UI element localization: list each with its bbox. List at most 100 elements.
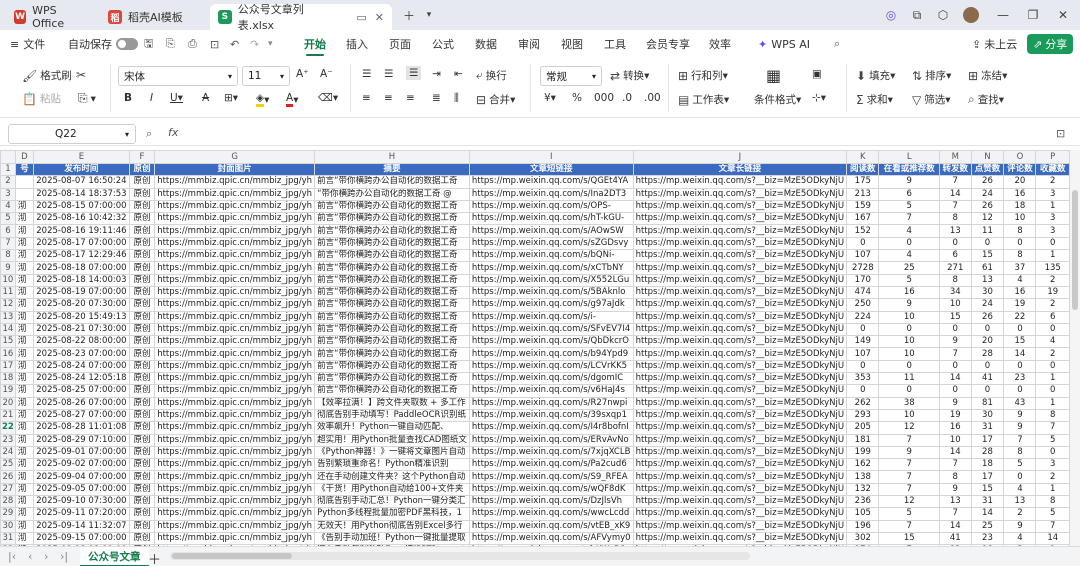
cell-o[interactable]: 0: [1003, 384, 1037, 398]
cell-p[interactable]: 0: [1035, 359, 1070, 374]
new-tab-icon[interactable]: ＋: [398, 6, 420, 24]
cell-o[interactable]: 10: [1003, 212, 1037, 226]
cell-e[interactable]: 2025-08-22 08:00:00: [33, 335, 130, 349]
cell-i[interactable]: https://mp.weixin.qq.com/s/7xjqXCLB: [468, 445, 634, 460]
cell-j[interactable]: https://mp.weixin.qq.com/s?__biz=MzE5ODk…: [632, 359, 848, 374]
filter-button[interactable]: ▽ 筛选 ▾: [912, 92, 951, 107]
cell-i[interactable]: https://mp.weixin.qq.com/s/Pa2cud6: [468, 458, 634, 472]
cell-o[interactable]: 5: [1003, 458, 1037, 472]
cell-p[interactable]: 5: [1035, 507, 1070, 521]
cell-i[interactable]: https://mp.weixin.qq.com/s/LCVrKK5: [468, 359, 634, 374]
cell-o[interactable]: 18: [1003, 199, 1037, 214]
cell-h[interactable]: “带你横跨办公自动化的数据工奇 @: [314, 187, 470, 201]
cell-d[interactable]: 沏: [14, 519, 35, 533]
wps-ai-button[interactable]: ✦ WPS AI: [758, 30, 810, 58]
cell-l[interactable]: 12: [878, 495, 940, 509]
cell-d[interactable]: 沏: [14, 249, 35, 263]
cell-h[interactable]: 前言“带你横跨办公自动化的数据工奇: [314, 273, 470, 287]
row-number[interactable]: 7: [0, 236, 16, 251]
tab-member[interactable]: 会员专享: [646, 30, 690, 58]
column-header[interactable]: E: [33, 150, 130, 164]
align-center-icon[interactable]: ≡: [384, 92, 393, 104]
cell-d[interactable]: 沏: [14, 298, 35, 312]
cell-n2[interactable]: 24: [970, 298, 1005, 312]
column-header[interactable]: O: [1003, 150, 1037, 164]
cell-l[interactable]: 7: [878, 519, 940, 533]
cell-k[interactable]: 0: [846, 236, 880, 251]
search-icon[interactable]: ⌕: [834, 30, 840, 58]
cell-j[interactable]: https://mp.weixin.qq.com/s?__biz=MzE5ODk…: [632, 285, 848, 300]
vertical-scrollbar[interactable]: [1070, 150, 1080, 546]
tab-view[interactable]: 视图: [561, 30, 583, 58]
cell-d[interactable]: 沏: [14, 199, 35, 214]
cell-n2[interactable]: 15: [970, 249, 1005, 263]
row-col-button[interactable]: ⊞ 行和列 ▾: [678, 68, 728, 83]
tab-formula[interactable]: 公式: [432, 30, 454, 58]
cell-i[interactable]: https://mp.weixin.qq.com/s/39sxqp1: [468, 408, 634, 423]
cell-h[interactable]: 前言“带你横跨办公自动化的数据工奇: [314, 175, 470, 189]
worksheet-button[interactable]: ▤ 工作表 ▾: [678, 92, 729, 107]
row-number[interactable]: 10: [0, 273, 16, 287]
first-sheet-icon[interactable]: |‹: [8, 550, 16, 563]
cell-e[interactable]: 2025-09-04 07:00:00: [33, 470, 130, 484]
justify-icon[interactable]: ≣: [432, 92, 441, 104]
cell-m[interactable]: 8: [939, 212, 972, 226]
cell-f[interactable]: 原创: [128, 175, 156, 189]
cell-l[interactable]: 9: [878, 175, 940, 189]
cell-g[interactable]: https://mmbiz.qpic.cn/mmbiz_jpg/yh: [154, 322, 316, 337]
font-size-select[interactable]: 11 ▾: [242, 66, 290, 86]
cell-g[interactable]: https://mmbiz.qpic.cn/mmbiz_jpg/yh: [154, 175, 316, 189]
cell-e[interactable]: 2025-09-11 07:20:00: [33, 507, 130, 521]
cell-f[interactable]: 原创: [128, 445, 156, 460]
cell-m[interactable]: 9: [939, 396, 972, 410]
cell-i[interactable]: https://mp.weixin.qq.com/s/R27nwpi: [468, 396, 634, 410]
increase-decimal-icon[interactable]: .0: [622, 92, 632, 104]
cell-e[interactable]: 2025-09-01 07:00:00: [33, 445, 130, 460]
cell-e[interactable]: 2025-08-29 07:10:00: [33, 433, 130, 447]
cell-k[interactable]: 170: [846, 273, 880, 287]
cell-n2[interactable]: 81: [970, 396, 1005, 410]
header-cell[interactable]: 文章短链接: [468, 162, 634, 177]
cell-o[interactable]: 7: [1003, 433, 1037, 447]
thousands-icon[interactable]: 000: [594, 92, 614, 104]
cell-h[interactable]: 前言“带你横跨办公自动化的数据工奇: [314, 285, 470, 300]
cell-h[interactable]: 无效天！用Python彻底告别Excel多行: [314, 519, 470, 533]
cell-n2[interactable]: 12: [970, 212, 1005, 226]
row-number[interactable]: 4: [0, 199, 16, 214]
cell-l[interactable]: 9: [878, 445, 940, 460]
cell-g[interactable]: https://mmbiz.qpic.cn/mmbiz_jpg/yh: [154, 458, 316, 472]
cell-d[interactable]: [14, 175, 35, 189]
cell-l[interactable]: 7: [878, 482, 940, 497]
cell-j[interactable]: https://mp.weixin.qq.com/s?__biz=MzE5ODk…: [632, 470, 848, 484]
cell-p[interactable]: 0: [1035, 322, 1070, 337]
cell-l[interactable]: 10: [878, 335, 940, 349]
row-number[interactable]: 17: [0, 359, 16, 374]
cell-g[interactable]: https://mmbiz.qpic.cn/mmbiz_jpg/yh: [154, 335, 316, 349]
cell-k[interactable]: 236: [846, 495, 880, 509]
cell-j[interactable]: https://mp.weixin.qq.com/s?__biz=MzE5ODk…: [632, 421, 848, 435]
cell-o[interactable]: 22: [1003, 310, 1037, 324]
cell-n2[interactable]: 26: [970, 175, 1005, 189]
cell-n2[interactable]: 20: [970, 335, 1005, 349]
cell-k[interactable]: 162: [846, 458, 880, 472]
tab-data[interactable]: 数据: [475, 30, 497, 58]
cell-f[interactable]: 原创: [128, 384, 156, 398]
cell-f[interactable]: 原创: [128, 310, 156, 324]
cell-k[interactable]: 175: [846, 175, 880, 189]
cell-g[interactable]: https://mmbiz.qpic.cn/mmbiz_jpg/yh: [154, 285, 316, 300]
table-style-icon[interactable]: ▣: [812, 68, 822, 80]
cloud-button[interactable]: ⇪ 未上云: [972, 30, 1017, 58]
cell-e[interactable]: 2025-08-20 15:49:13: [33, 310, 130, 324]
cell-n2[interactable]: 0: [970, 322, 1005, 337]
cell-m[interactable]: 0: [939, 322, 972, 337]
cell-n2[interactable]: 26: [970, 199, 1005, 214]
cell-o[interactable]: 37: [1003, 261, 1037, 275]
cell-d[interactable]: 沏: [14, 224, 35, 238]
cell-f[interactable]: 原创: [128, 298, 156, 312]
toggle-switch[interactable]: [116, 38, 138, 50]
cell-n2[interactable]: 13: [970, 273, 1005, 287]
cell-i[interactable]: https://mp.weixin.qq.com/s/b94Ypd9: [468, 347, 634, 361]
header-cell[interactable]: 点赞数: [970, 162, 1005, 177]
formula-input[interactable]: [200, 124, 1040, 144]
scrollbar-thumb[interactable]: [1072, 190, 1078, 310]
